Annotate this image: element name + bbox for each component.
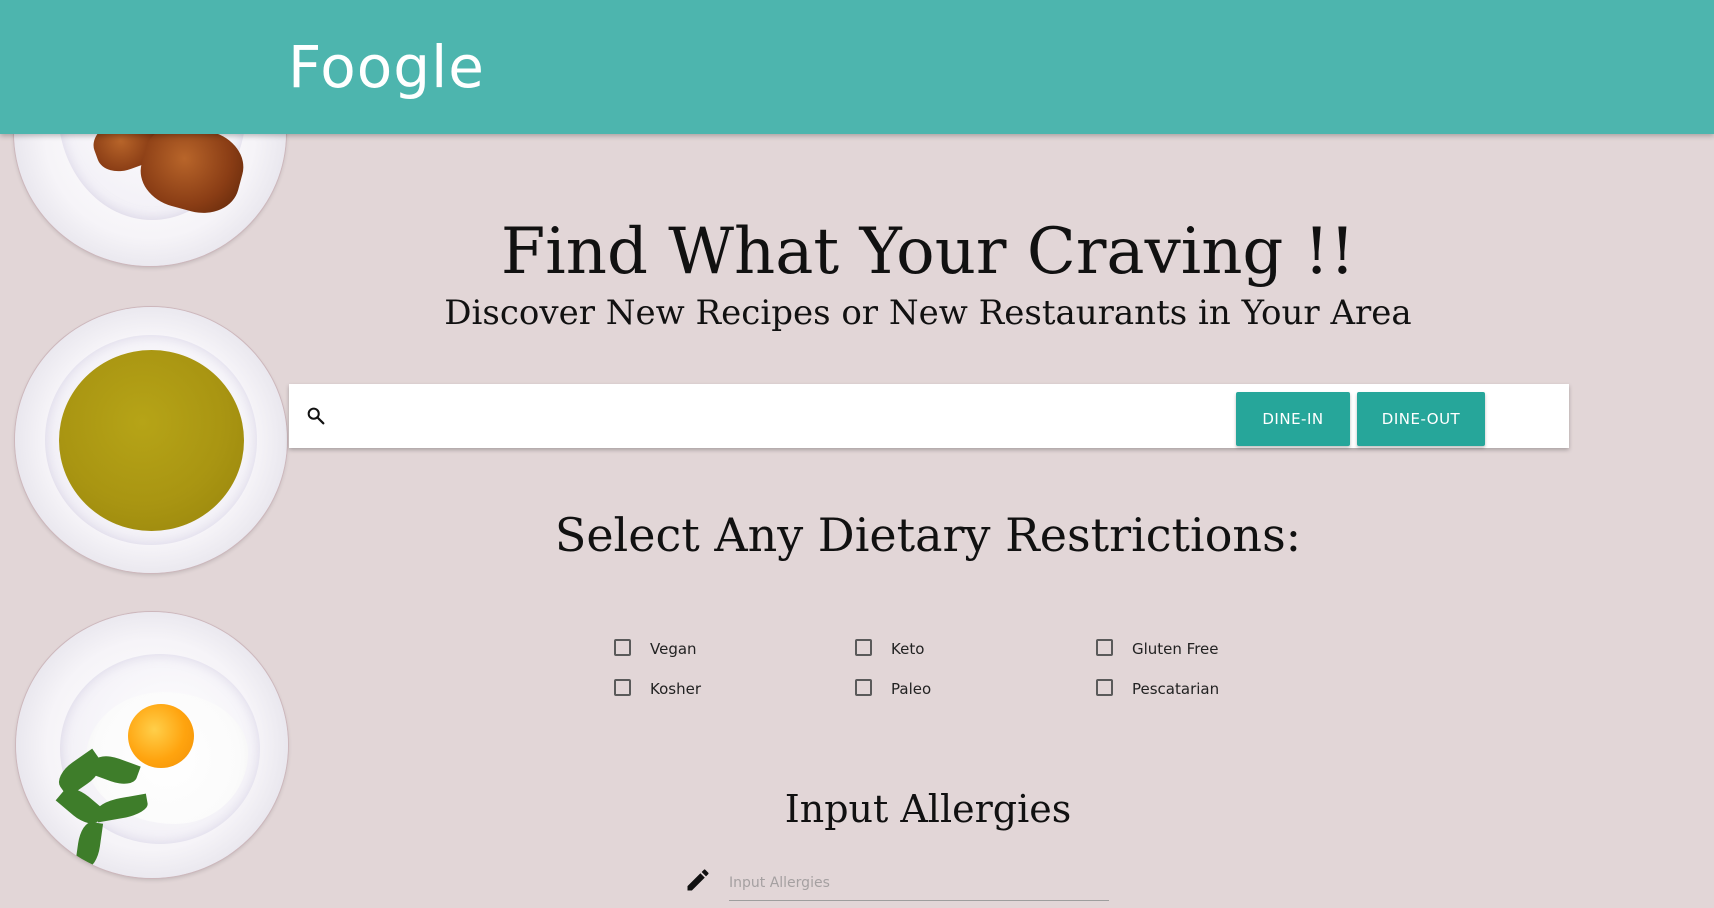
hero-subtitle: Discover New Recipes or New Restaurants … xyxy=(444,293,1412,333)
keto-checkbox[interactable]: Keto xyxy=(855,636,1096,658)
search-icon xyxy=(307,407,325,425)
allergies-input[interactable] xyxy=(729,866,1109,900)
checkbox-label: Kosher xyxy=(650,680,701,698)
checkbox-label: Paleo xyxy=(891,680,932,698)
search-input[interactable] xyxy=(343,394,1207,440)
dietary-restrictions-title: Select Any Dietary Restrictions: xyxy=(554,508,1302,562)
top-app-bar: Foogle xyxy=(0,0,1714,134)
paleo-checkbox[interactable]: Paleo xyxy=(855,676,1096,698)
search-bar: DINE-IN DINE-OUT xyxy=(289,384,1569,448)
checkbox-box[interactable] xyxy=(614,638,631,656)
brand-logo[interactable]: Foogle xyxy=(288,38,485,96)
checkbox-box[interactable] xyxy=(1096,678,1113,696)
checkbox-box[interactable] xyxy=(855,638,872,656)
allergies-title: Input Allergies xyxy=(784,787,1072,831)
pencil-icon xyxy=(687,869,709,891)
checkbox-label: Vegan xyxy=(650,640,697,658)
hero-title: Find What Your Craving !! xyxy=(500,215,1356,289)
egg-plate-image xyxy=(16,612,288,878)
dine-in-button[interactable]: DINE-IN xyxy=(1236,392,1350,446)
app-root: Foogle Find What Your Craving !! Discove… xyxy=(0,0,1714,908)
checkbox-label: Keto xyxy=(891,640,925,658)
checkbox-label: Pescatarian xyxy=(1132,680,1220,698)
checkbox-box[interactable] xyxy=(1096,638,1113,656)
checkbox-label: Gluten Free xyxy=(1132,640,1219,658)
dietary-options: Vegan Keto Gluten Free Kosher Paleo Pesc… xyxy=(614,636,1274,698)
pescatarian-checkbox[interactable]: Pescatarian xyxy=(1096,676,1274,698)
kosher-checkbox[interactable]: Kosher xyxy=(614,676,855,698)
gluten-free-checkbox[interactable]: Gluten Free xyxy=(1096,636,1274,658)
dine-out-button[interactable]: DINE-OUT xyxy=(1357,392,1485,446)
soup-plate-image xyxy=(15,307,287,573)
checkbox-box[interactable] xyxy=(855,678,872,696)
allergies-field xyxy=(729,866,1109,901)
vegan-checkbox[interactable]: Vegan xyxy=(614,636,855,658)
checkbox-box[interactable] xyxy=(614,678,631,696)
